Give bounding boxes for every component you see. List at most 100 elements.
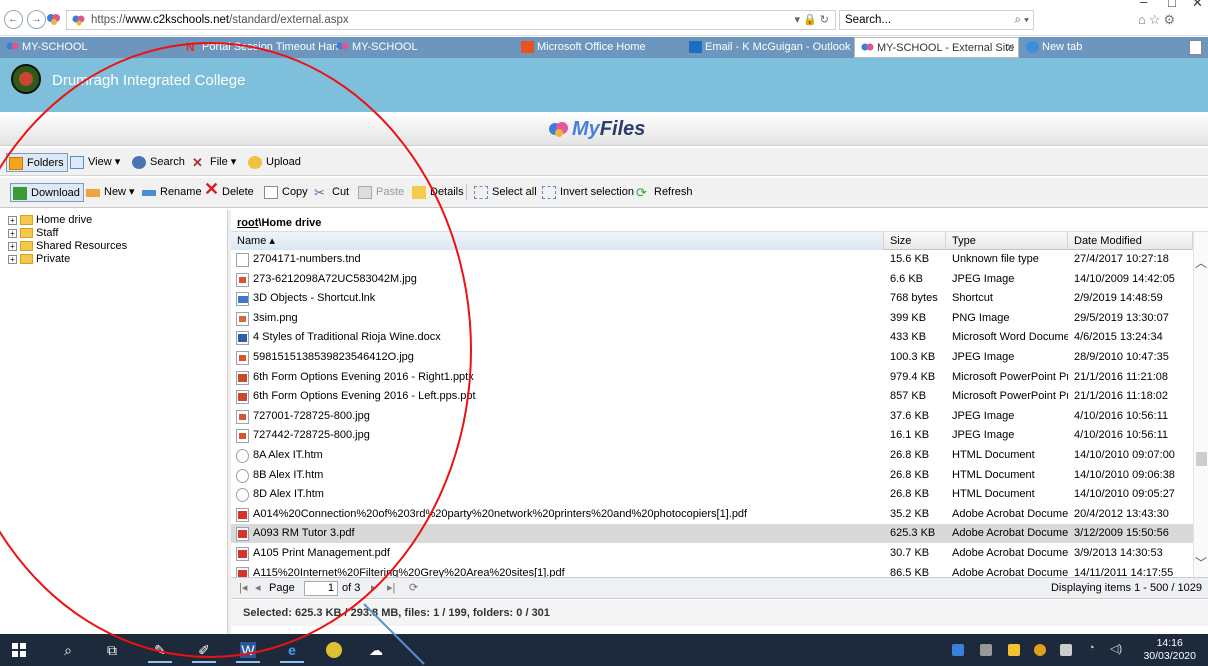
cell-date: 4/10/2016 10:56:11 xyxy=(1074,409,1168,422)
close-tab-icon[interactable]: ✕ xyxy=(1006,38,1015,57)
doc-file-icon xyxy=(236,331,249,346)
rename-button[interactable]: Rename xyxy=(140,183,202,202)
upload-button[interactable]: Upload xyxy=(246,153,301,172)
new-tab-button[interactable] xyxy=(1189,40,1202,55)
table-row[interactable]: 6th Form Options Evening 2016 - Right1.p… xyxy=(231,368,1193,387)
invert-selection-button[interactable]: Invert selection xyxy=(540,183,634,202)
breadcrumb-root-link[interactable]: root xyxy=(237,217,258,229)
tab-portal-session[interactable]: N Portal Session Timeout Hand... xyxy=(180,37,340,58)
copy-button[interactable]: Copy xyxy=(262,183,308,202)
grid-scrollbar[interactable]: ︿ ﹀ xyxy=(1193,232,1208,586)
tab-my-school-1[interactable]: MY-SCHOOL xyxy=(0,37,170,58)
expand-icon[interactable]: + xyxy=(8,229,17,238)
scroll-up-icon[interactable]: ︿ xyxy=(1195,254,1207,271)
table-row[interactable]: 8B Alex IT.htm 26.8 KB HTML Document 14/10/… xyxy=(231,466,1193,485)
back-button[interactable]: ← xyxy=(4,10,23,29)
school-name: Drumragh Integrated College xyxy=(52,72,246,89)
tab-external-site[interactable]: MY-SCHOOL - External Site ✕ xyxy=(854,37,1019,58)
file-menu-button[interactable]: ✕ File ▾ xyxy=(190,153,236,172)
table-row[interactable]: 8D Alex IT.htm 26.8 KB HTML Document 14/10/… xyxy=(231,485,1193,504)
scroll-down-icon[interactable]: ﹀ xyxy=(1195,554,1207,571)
table-row[interactable]: A093 RM Tutor 3.pdf 625.3 KB Adobe Acrobat… xyxy=(231,524,1193,544)
tree-node-private[interactable]: + Private xyxy=(8,253,70,265)
column-header-size[interactable]: Size xyxy=(884,232,946,250)
cell-size: 26.8 KB xyxy=(890,468,930,481)
table-row[interactable]: 8A Alex IT.htm 26.8 KB HTML Document 14/10/… xyxy=(231,446,1193,465)
table-row[interactable]: 727442-728725-800.jpg 16.1 KB JPEG Image 4/… xyxy=(231,426,1193,445)
taskbar-word[interactable]: W xyxy=(236,637,260,663)
tray-icon[interactable] xyxy=(952,644,964,656)
refresh-button[interactable]: ⟳ Refresh xyxy=(634,183,693,202)
search-icon[interactable]: ⌕ xyxy=(60,642,76,658)
tree-node-staff[interactable]: + Staff xyxy=(8,227,58,239)
tree-node-home-drive[interactable]: + Home drive xyxy=(8,214,92,226)
pager-refresh-icon[interactable]: ⟳ xyxy=(409,578,418,598)
table-row[interactable]: A105 Print Management.pdf 30.7 KB Adobe Ac… xyxy=(231,544,1193,563)
select-all-button[interactable]: Select all xyxy=(472,183,537,202)
folders-button[interactable]: Folders xyxy=(6,153,68,172)
taskbar-app-2[interactable]: ✐ xyxy=(192,637,216,663)
jpg-file-icon xyxy=(236,351,249,365)
page-number-input[interactable]: 1 xyxy=(304,581,338,596)
wifi-icon[interactable]: ◔ xyxy=(1088,642,1100,654)
paste-button[interactable]: Paste xyxy=(356,183,404,202)
close-window-icon[interactable]: ✕ xyxy=(1192,0,1203,11)
url-controls[interactable]: ▾ 🔒 ↻ xyxy=(794,11,829,29)
tray-icon[interactable] xyxy=(1034,644,1046,656)
last-page-icon[interactable]: ▸| xyxy=(387,578,395,598)
table-row[interactable]: 3D Objects - Shortcut.lnk 768 bytes Shortc… xyxy=(231,289,1193,308)
view-button[interactable]: View ▾ xyxy=(68,153,120,172)
home-star-gear-icons[interactable]: ⌂☆⚙ xyxy=(1138,12,1178,28)
next-page-icon[interactable]: ▸ xyxy=(371,578,377,598)
expand-icon[interactable]: + xyxy=(8,255,17,264)
taskbar-ie[interactable]: e xyxy=(280,637,304,663)
cut-button[interactable]: ✂ Cut xyxy=(312,183,349,202)
maximize-icon[interactable]: □ xyxy=(1168,0,1176,10)
task-view-icon[interactable]: ⧉ xyxy=(104,642,120,658)
tray-icon[interactable] xyxy=(980,644,992,656)
taskbar-chrome[interactable] xyxy=(322,637,346,663)
network-icon[interactable] xyxy=(1060,644,1072,656)
scrollbar-thumb[interactable] xyxy=(1196,452,1207,466)
binoculars-icon xyxy=(132,156,146,169)
delete-button[interactable]: ✕ Delete xyxy=(202,180,254,202)
tray-icon[interactable] xyxy=(1008,644,1020,656)
invert-label: Invert selection xyxy=(560,186,634,198)
column-header-date[interactable]: Date Modified xyxy=(1068,232,1193,250)
search-icon[interactable]: ⌕ ▾ xyxy=(1015,11,1029,29)
table-row[interactable]: 273-6212098A72UC583042M.jpg 6.6 KB JPEG Im… xyxy=(231,270,1193,289)
windows-start-icon[interactable] xyxy=(12,643,26,657)
download-button[interactable]: Download xyxy=(10,183,84,202)
minimize-icon[interactable]: – xyxy=(1140,0,1147,9)
blue-annotation-line xyxy=(363,603,425,665)
new-button[interactable]: New ▾ xyxy=(84,183,135,202)
file-name: 273-6212098A72UC583042M.jpg xyxy=(253,272,417,285)
details-button[interactable]: Details xyxy=(410,183,464,202)
tree-node-shared-resources[interactable]: + Shared Resources xyxy=(8,240,127,252)
column-header-type[interactable]: Type xyxy=(946,232,1068,250)
browser-search-field[interactable]: Search... ⌕ ▾ xyxy=(839,10,1034,30)
table-row[interactable]: 727001-728725-800.jpg 37.6 KB JPEG Image 4/… xyxy=(231,407,1193,426)
table-row[interactable]: 3sim.png 399 KB PNG Image 29/5/2019 13:30:0… xyxy=(231,309,1193,328)
forward-button[interactable]: → xyxy=(27,10,46,29)
tab-new-tab[interactable]: New tab xyxy=(1020,37,1110,58)
tab-outlook[interactable]: Email - K McGuigan - Outlook xyxy=(683,37,853,58)
tab-office-home[interactable]: Microsoft Office Home xyxy=(515,37,680,58)
table-row[interactable]: A014%20Connection%20of%203rd%20party%20n… xyxy=(231,505,1193,524)
column-header-name[interactable]: Name ▴ xyxy=(231,232,884,250)
expand-icon[interactable]: + xyxy=(8,216,17,225)
prev-page-icon[interactable]: ◂ xyxy=(255,578,261,598)
first-page-icon[interactable]: |◂ xyxy=(239,578,247,598)
taskbar-clock[interactable]: 14:16 30/03/2020 xyxy=(1143,637,1196,663)
tab-my-school-2[interactable]: MY-SCHOOL xyxy=(330,37,510,58)
cell-date: 4/10/2016 10:56:11 xyxy=(1074,429,1168,442)
search-button[interactable]: Search xyxy=(130,153,185,172)
table-row[interactable]: 6th Form Options Evening 2016 - Left.pps… xyxy=(231,387,1193,406)
taskbar-app-1[interactable]: ✎ xyxy=(148,637,172,663)
table-row[interactable]: 5981515138539823546412O.jpg 100.3 KB JPEG … xyxy=(231,348,1193,367)
volume-icon[interactable]: ◁) xyxy=(1110,642,1122,655)
expand-icon[interactable]: + xyxy=(8,242,17,251)
url-field[interactable]: https://www.c2kschools.net/standard/exte… xyxy=(66,10,836,30)
table-row[interactable]: 2704171-numbers.tnd 15.6 KB Unknown file t… xyxy=(231,250,1193,269)
table-row[interactable]: 4 Styles of Traditional Rioja Wine.docx 4… xyxy=(231,328,1193,347)
